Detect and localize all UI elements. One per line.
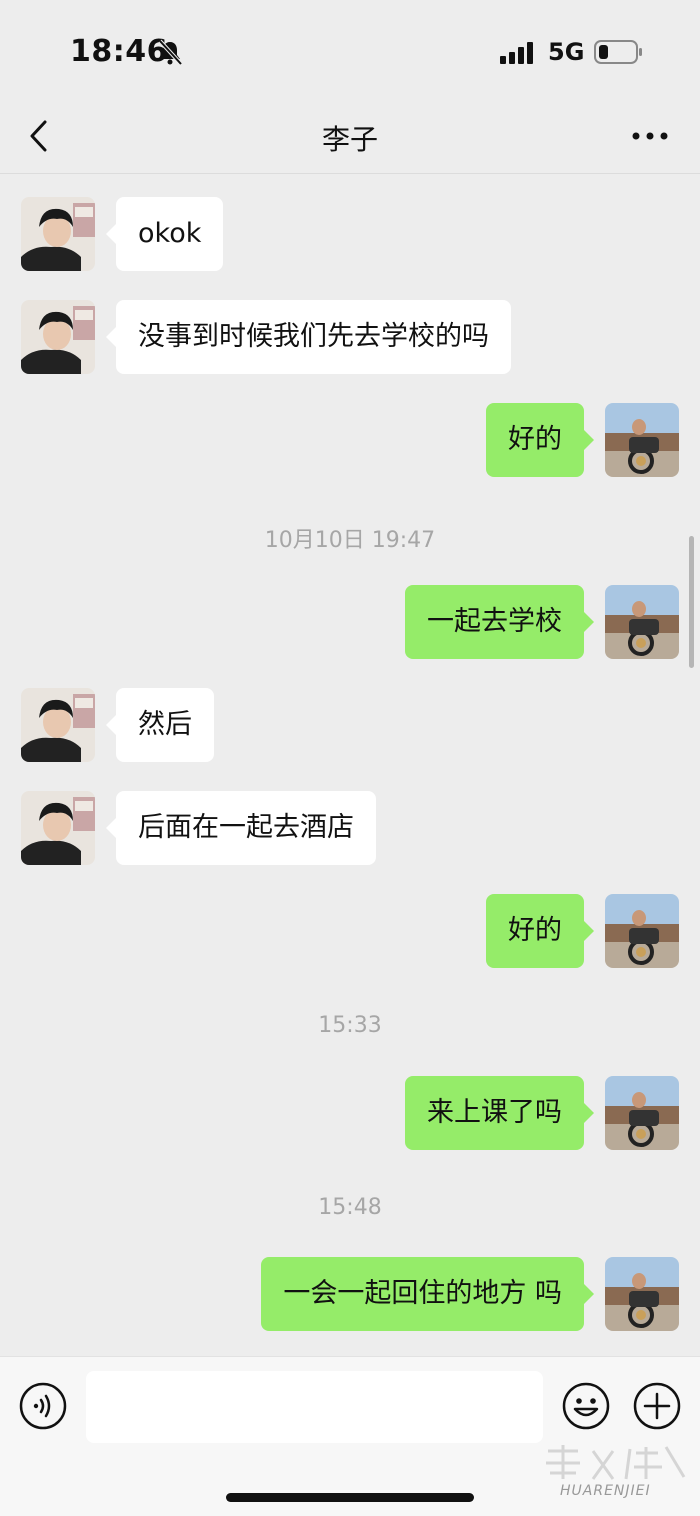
message-input[interactable] <box>86 1371 543 1443</box>
cellular-signal-icon <box>500 42 533 64</box>
message-bubble[interactable]: 一会一起回住的地方 吗 <box>261 1257 594 1331</box>
message-bubble[interactable]: 好的 <box>486 403 594 477</box>
watermark-text: HUARENJIEI <box>560 1483 651 1499</box>
message-row-sent: 一会一起回住的地方 吗 <box>0 1257 700 1331</box>
message-row-sent: 好的 <box>0 403 700 477</box>
more-options-icon[interactable] <box>628 122 672 150</box>
message-row-sent: 来上课了吗 <box>0 1076 700 1150</box>
message-row-sent: 一起去学校 <box>0 585 700 659</box>
voice-input-icon[interactable] <box>18 1381 68 1431</box>
contact-avatar[interactable] <box>21 688 95 762</box>
battery-icon <box>594 40 642 64</box>
user-avatar[interactable] <box>605 403 679 477</box>
chat-header: 李子 <box>0 100 700 174</box>
message-bubble[interactable]: 然后 <box>106 688 214 762</box>
emoji-icon[interactable] <box>561 1381 611 1431</box>
plus-icon[interactable] <box>632 1381 682 1431</box>
message-row-received: 没事到时候我们先去学校的吗 <box>0 300 700 374</box>
message-row-received: 然后 <box>0 688 700 762</box>
bell-muted-icon <box>158 39 183 66</box>
message-bubble[interactable]: 后面在一起去酒店 <box>106 791 376 865</box>
message-timestamp: 15:33 <box>318 1013 382 1038</box>
contact-avatar[interactable] <box>21 300 95 374</box>
user-avatar[interactable] <box>605 1076 679 1150</box>
message-bubble[interactable]: 来上课了吗 <box>405 1076 594 1150</box>
user-avatar[interactable] <box>605 1257 679 1331</box>
message-row-sent: 好的 <box>0 894 700 968</box>
status-bar: 18:46 5G <box>0 0 700 100</box>
user-avatar[interactable] <box>605 585 679 659</box>
network-type: 5G <box>548 38 585 66</box>
contact-avatar[interactable] <box>21 197 95 271</box>
message-bubble[interactable]: 一起去学校 <box>405 585 594 659</box>
chat-title: 李子 <box>321 123 378 156</box>
scrollbar[interactable] <box>689 536 694 668</box>
chat-input-bar: HUARENJIEI <box>0 1356 700 1516</box>
home-indicator[interactable] <box>226 1493 474 1502</box>
contact-avatar[interactable] <box>21 791 95 865</box>
message-bubble[interactable]: okok <box>105 197 224 271</box>
user-avatar[interactable] <box>605 894 679 968</box>
message-row-received: 后面在一起去酒店 <box>0 791 700 865</box>
message-timestamp: 10月10日 19:47 <box>264 528 436 553</box>
message-bubble[interactable]: 好的 <box>486 894 594 968</box>
message-row-received: okok <box>0 197 700 271</box>
message-timestamp: 15:48 <box>318 1195 382 1220</box>
status-time: 18:46 <box>70 34 168 69</box>
message-bubble[interactable]: 没事到时候我们先去学校的吗 <box>106 300 511 374</box>
